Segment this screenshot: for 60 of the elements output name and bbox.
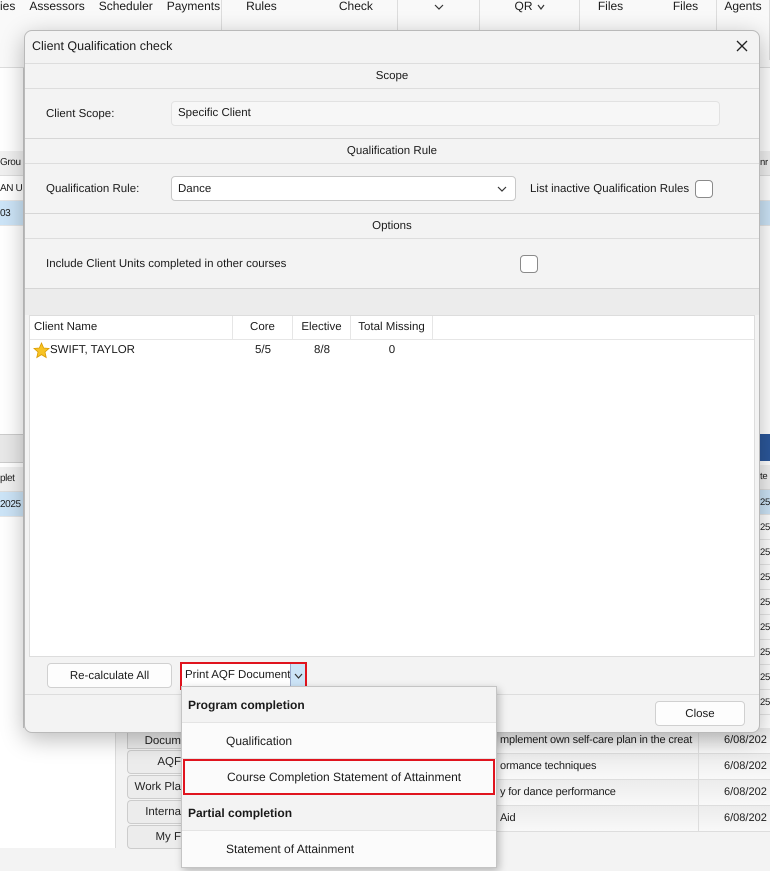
table-cell-text: 8/8 [314, 343, 330, 358]
menu-group-header: Partial completion [182, 795, 496, 831]
table-cell-text: 0 [388, 343, 396, 358]
side-button[interactable]: Work Pla [127, 775, 182, 799]
side-button[interactable]: AQF [127, 750, 182, 774]
column-header: Elective [293, 316, 351, 339]
ribbon-button[interactable]: Payments [166, 0, 220, 13]
column-header: Total Missing [351, 316, 433, 339]
table-cell: 03 [0, 201, 23, 226]
side-button[interactable]: Interna [127, 800, 182, 824]
qualification-dropdown[interactable]: Dance [171, 176, 516, 201]
column-header: nr [760, 151, 770, 176]
chevron-down-icon [497, 186, 507, 192]
checkbox[interactable] [695, 180, 714, 198]
chevron-down-icon [294, 672, 303, 678]
menu-item[interactable]: Qualification [182, 723, 496, 759]
table-cell: 25 [760, 490, 770, 515]
section-header: Scope [25, 64, 759, 89]
ribbon-button[interactable]: Scheduler [98, 0, 153, 13]
ribbon-button[interactable]: QR [514, 0, 544, 13]
dialog-title: Client Qualification check [32, 39, 174, 53]
table-cell-text: 6/08/202 [723, 733, 768, 748]
close-icon[interactable] [736, 40, 748, 52]
ribbon-button[interactable]: Files [598, 0, 624, 13]
section-header: Options [25, 214, 759, 239]
ribbon-button[interactable]: Agents [724, 0, 762, 13]
chevron-down-icon[interactable] [434, 4, 444, 10]
column-header: Core [233, 316, 293, 339]
side-button[interactable]: Docum [127, 733, 182, 749]
close-button[interactable]: Close [655, 701, 745, 726]
checkbox-label: List inactive Qualification Rules [530, 182, 690, 194]
print-document-button[interactable]: Print AQF Document [181, 662, 306, 688]
field-label: Client Scope: [46, 108, 116, 120]
column-header: te [760, 465, 770, 490]
side-button[interactable]: My F [127, 825, 182, 849]
ribbon-button[interactable]: Rules [246, 0, 277, 13]
column-header: plet [0, 467, 23, 492]
scope-field[interactable]: Specific Client [171, 101, 720, 126]
ribbon-button[interactable]: Check [338, 0, 373, 13]
checkbox-label: Include Client Units completed in other courses [46, 258, 288, 270]
column-header: Client Name [30, 316, 233, 339]
table-cell-text: 6/08/202 [723, 811, 768, 826]
section-header: Qualification Rule [25, 139, 759, 164]
field-label: Qualification Rule: [46, 182, 140, 194]
recalculate-button[interactable]: Re-calculate All [47, 663, 172, 688]
table-cell-text: SWIFT, TAYLOR [50, 343, 135, 358]
table-cell-text: 5/5 [255, 343, 271, 358]
table-cell-text: 6/08/202 [723, 759, 768, 774]
menu-item[interactable]: Statement of Attainment [182, 831, 496, 867]
menu-item[interactable]: Course Completion Statement of Attainment [183, 759, 495, 795]
checkbox[interactable] [520, 254, 538, 272]
toolbar-band [760, 434, 770, 461]
menu-group-header: Program completion [182, 687, 496, 723]
ribbon-button[interactable]: Assessors [29, 0, 85, 13]
ribbon-button[interactable]: Files [672, 0, 698, 13]
table-cell: 2025 [0, 492, 23, 517]
chevron-down-icon [536, 4, 544, 10]
ribbon-button[interactable]: ies [0, 0, 16, 13]
column-header: Grou [0, 151, 23, 176]
table-cell-text: 6/08/202 [723, 785, 768, 800]
